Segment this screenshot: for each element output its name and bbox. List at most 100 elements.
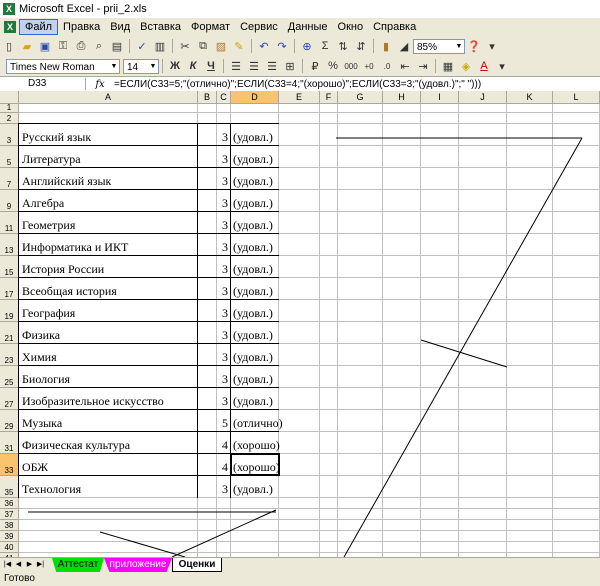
undo-icon[interactable]: ↶ bbox=[256, 38, 272, 54]
grade-cell[interactable]: 3 bbox=[218, 482, 228, 496]
subject-cell[interactable]: Информатика и ИКТ bbox=[22, 240, 128, 254]
save-icon[interactable]: ▣ bbox=[37, 38, 53, 54]
menu-file[interactable]: Файл bbox=[19, 19, 59, 35]
row-header[interactable]: 40 bbox=[0, 542, 19, 553]
subject-cell[interactable]: Физическая культура bbox=[22, 438, 130, 452]
row-header[interactable]: 2 bbox=[0, 113, 19, 124]
grade-cell[interactable]: 3 bbox=[218, 174, 228, 188]
grade-cell[interactable]: 3 bbox=[218, 328, 228, 342]
increase-indent-icon[interactable]: ⇥ bbox=[415, 58, 431, 74]
sort-ascending-icon[interactable]: ⇅ bbox=[335, 38, 351, 54]
open-icon[interactable]: ▰ bbox=[19, 38, 35, 54]
copy-icon[interactable]: ⧉ bbox=[195, 38, 211, 54]
sort-descending-icon[interactable]: ⇵ bbox=[353, 38, 369, 54]
grade-cell[interactable]: 3 bbox=[218, 196, 228, 210]
subject-cell[interactable]: Физика bbox=[22, 328, 60, 342]
subject-cell[interactable]: Всеобщая история bbox=[22, 284, 117, 298]
menu-data[interactable]: Данные bbox=[283, 19, 333, 35]
subject-cell[interactable]: ОБЖ bbox=[22, 460, 48, 474]
row-header[interactable]: 36 bbox=[0, 498, 19, 509]
percent-button[interactable]: % bbox=[325, 58, 341, 74]
row-header[interactable]: 21 bbox=[0, 322, 19, 344]
column-header[interactable]: F bbox=[320, 91, 338, 104]
first-sheet-icon[interactable]: |◀ bbox=[3, 560, 12, 570]
row-header[interactable]: 11 bbox=[0, 212, 19, 234]
font-color-icon[interactable]: A bbox=[476, 58, 492, 74]
workbook-icon[interactable]: X bbox=[4, 21, 16, 33]
hyperlink-icon[interactable]: ⊕ bbox=[299, 38, 315, 54]
formula-input[interactable]: =ЕСЛИ(C33=5;"(отлично)";ЕСЛИ(C33=4;"(хор… bbox=[114, 79, 481, 90]
row-header[interactable]: 31 bbox=[0, 432, 19, 454]
subject-cell[interactable]: Технология bbox=[22, 482, 81, 496]
prev-sheet-icon[interactable]: ◀ bbox=[14, 560, 23, 570]
row-header[interactable]: 35 bbox=[0, 476, 19, 498]
grade-cell[interactable]: 3 bbox=[218, 240, 228, 254]
increase-decimal-icon[interactable]: +0 bbox=[361, 58, 377, 74]
menu-edit[interactable]: Правка bbox=[58, 19, 105, 35]
row-header[interactable]: 3 bbox=[0, 124, 19, 146]
grade-cell[interactable]: 4 bbox=[218, 438, 228, 452]
subject-cell[interactable]: Английский язык bbox=[22, 174, 111, 188]
subject-cell[interactable]: Музыка bbox=[22, 416, 62, 430]
permission-icon[interactable]: ⚿ bbox=[55, 38, 71, 54]
grade-cell[interactable]: 3 bbox=[218, 306, 228, 320]
result-cell[interactable]: (удовл.) bbox=[233, 372, 273, 386]
grade-cell[interactable]: 3 bbox=[218, 262, 228, 276]
underline-button[interactable]: Ч bbox=[203, 58, 219, 74]
result-cell[interactable]: (удовл.) bbox=[233, 284, 273, 298]
row-header[interactable]: 25 bbox=[0, 366, 19, 388]
result-cell[interactable]: (удовл.) bbox=[233, 394, 273, 408]
next-sheet-icon[interactable]: ▶ bbox=[25, 560, 34, 570]
paste-icon[interactable]: ▨ bbox=[213, 38, 229, 54]
decrease-indent-icon[interactable]: ⇤ bbox=[397, 58, 413, 74]
row-header[interactable]: 38 bbox=[0, 520, 19, 531]
column-header[interactable]: L bbox=[553, 91, 600, 104]
format-painter-icon[interactable]: ✎ bbox=[231, 38, 247, 54]
tab-prilozhenie[interactable]: приложение bbox=[104, 558, 172, 572]
grade-cell[interactable]: 3 bbox=[218, 372, 228, 386]
subject-cell[interactable]: Химия bbox=[22, 350, 57, 364]
result-cell[interactable]: (удовл.) bbox=[233, 262, 273, 276]
print-preview-icon[interactable]: ⌕ bbox=[91, 38, 107, 54]
subject-cell[interactable]: География bbox=[22, 306, 75, 320]
merge-center-icon[interactable]: ⊞ bbox=[282, 58, 298, 74]
menu-view[interactable]: Вид bbox=[105, 19, 135, 35]
column-header[interactable]: A bbox=[19, 91, 198, 104]
result-cell[interactable]: (удовл.) bbox=[233, 152, 273, 166]
subject-cell[interactable]: История России bbox=[22, 262, 104, 276]
result-cell[interactable]: (удовл.) bbox=[233, 328, 273, 342]
result-cell[interactable]: (удовл.) bbox=[233, 218, 273, 232]
row-header[interactable]: 17 bbox=[0, 278, 19, 300]
subject-cell[interactable]: Геометрия bbox=[22, 218, 75, 232]
subject-cell[interactable]: Биология bbox=[22, 372, 70, 386]
result-cell[interactable]: (удовл.) bbox=[233, 306, 273, 320]
row-header[interactable]: 19 bbox=[0, 300, 19, 322]
toolbar-options-icon[interactable]: ▾ bbox=[484, 38, 500, 54]
toolbar-options-icon[interactable]: ▾ bbox=[494, 58, 510, 74]
redo-icon[interactable]: ↷ bbox=[274, 38, 290, 54]
insert-function-icon[interactable]: fx bbox=[86, 79, 114, 90]
subject-cell[interactable]: Литература bbox=[22, 152, 81, 166]
grade-cell[interactable]: 3 bbox=[218, 394, 228, 408]
spelling-icon[interactable]: ✓ bbox=[134, 38, 150, 54]
align-right-icon[interactable]: ☰ bbox=[264, 58, 280, 74]
grade-cell[interactable]: 4 bbox=[218, 460, 228, 474]
subject-cell[interactable]: Русский язык bbox=[22, 130, 91, 144]
result-cell[interactable]: (удовл.) bbox=[233, 482, 273, 496]
row-header[interactable]: 23 bbox=[0, 344, 19, 366]
font-size-select[interactable]: 14 ▼ bbox=[123, 58, 159, 74]
menu-tools[interactable]: Сервис bbox=[235, 19, 283, 35]
grade-cell[interactable]: 3 bbox=[218, 152, 228, 166]
tab-attestat[interactable]: Аттестат bbox=[52, 558, 104, 572]
column-header[interactable]: C bbox=[217, 91, 231, 104]
row-header[interactable]: 29 bbox=[0, 410, 19, 432]
menu-window[interactable]: Окно bbox=[333, 19, 369, 35]
fill-color-icon[interactable]: ◈ bbox=[458, 58, 474, 74]
tab-ocenki[interactable]: Оценки bbox=[172, 558, 222, 572]
research2-icon[interactable]: ▥ bbox=[152, 38, 168, 54]
align-center-icon[interactable]: ☰ bbox=[246, 58, 262, 74]
borders-icon[interactable]: ▦ bbox=[440, 58, 456, 74]
row-header[interactable]: 15 bbox=[0, 256, 19, 278]
row-header[interactable]: 1 bbox=[0, 103, 19, 113]
column-header[interactable]: J bbox=[459, 91, 507, 104]
